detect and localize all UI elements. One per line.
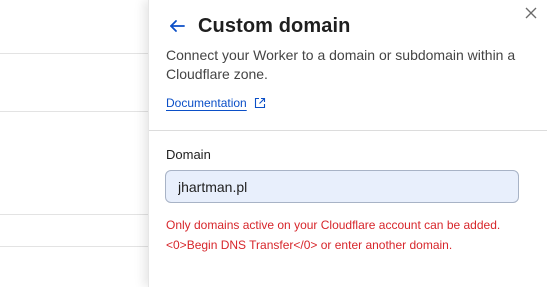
domain-field-label: Domain [166,147,211,162]
background-divider [0,53,150,54]
back-button[interactable] [166,15,188,37]
error-line-1: Only domains active on your Cloudflare a… [166,218,501,232]
panel-header: Custom domain [166,12,350,40]
close-button[interactable] [522,4,540,22]
error-line-2: <0>Begin DNS Transfer</0> or enter anoth… [166,238,453,252]
domain-error-message: Only domains active on your Cloudflare a… [166,215,536,255]
external-link-icon [254,97,265,109]
background-divider [0,246,150,247]
panel-description: Connect your Worker to a domain or subdo… [166,47,516,82]
documentation-link[interactable]: Documentation [166,96,266,110]
domain-input[interactable] [165,170,519,203]
documentation-link-label: Documentation [166,96,247,110]
background-divider [0,214,150,215]
background-page [0,0,150,287]
custom-domain-panel: Custom domain Connect your Worker to a d… [148,0,547,287]
panel-title: Custom domain [198,14,351,37]
section-divider [149,130,547,131]
screen: Custom domain Connect your Worker to a d… [0,0,547,287]
close-icon [525,7,537,19]
arrow-left-icon [170,20,185,32]
background-divider [0,111,150,112]
